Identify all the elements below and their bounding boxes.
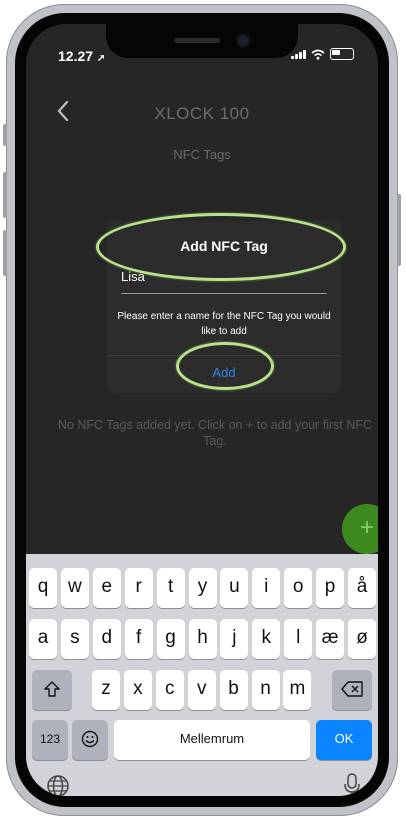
key-ø[interactable]: ø (348, 619, 376, 659)
key-r[interactable]: r (124, 568, 153, 608)
signal-icon (291, 49, 306, 59)
page-title: XLOCK 100 (154, 104, 250, 123)
globe-key[interactable] (46, 774, 70, 796)
status-icons (291, 48, 354, 60)
location-arrow-icon: ➚ (96, 53, 106, 64)
mute-switch (3, 124, 7, 146)
battery-icon (330, 48, 354, 60)
phone-frame: 12.27 ➚ XLOCK 100 NFC Tags Add NFC Tag L… (3, 4, 401, 816)
page-subtitle: NFC Tags (173, 147, 231, 162)
dictation-key[interactable] (342, 772, 362, 796)
key-y[interactable]: y (188, 568, 217, 608)
add-nfc-tag-fab[interactable]: + (342, 504, 378, 554)
key-a[interactable]: a (29, 619, 57, 659)
key-g[interactable]: g (156, 619, 185, 659)
volume-up-button (3, 172, 7, 218)
key-v[interactable]: v (187, 670, 216, 710)
dialog-message: Please enter a name for the NFC Tag you … (117, 311, 331, 337)
key-l[interactable]: l (284, 619, 313, 659)
key-d[interactable]: d (92, 619, 121, 659)
globe-icon (47, 775, 69, 796)
key-x[interactable]: x (123, 670, 152, 710)
emoji-key[interactable] (72, 720, 108, 760)
key-f[interactable]: f (124, 619, 153, 659)
key-m[interactable]: m (283, 670, 312, 710)
backspace-icon (341, 681, 363, 697)
phone-bezel: 12.27 ➚ XLOCK 100 NFC Tags Add NFC Tag L… (15, 13, 389, 807)
delete-key[interactable] (332, 670, 372, 710)
status-time: 12.27 ➚ (58, 48, 105, 64)
numbers-key[interactable]: 123 (32, 720, 68, 760)
key-e[interactable]: e (92, 568, 121, 608)
microphone-icon (344, 773, 360, 796)
key-s[interactable]: s (60, 619, 89, 659)
shift-key[interactable] (32, 670, 72, 710)
screen: 12.27 ➚ XLOCK 100 NFC Tags Add NFC Tag L… (26, 24, 378, 796)
key-h[interactable]: h (188, 619, 217, 659)
power-button (397, 194, 401, 266)
key-p[interactable]: p (316, 568, 345, 608)
key-k[interactable]: k (252, 619, 281, 659)
key-b[interactable]: b (219, 670, 248, 710)
key-u[interactable]: u (220, 568, 249, 608)
status-time-text: 12.27 (58, 48, 94, 64)
key-i[interactable]: i (252, 568, 281, 608)
key-z[interactable]: z (92, 670, 120, 710)
notch (106, 24, 298, 58)
shift-icon (44, 681, 60, 697)
key-å[interactable]: å (348, 568, 376, 608)
key-æ[interactable]: æ (316, 619, 345, 659)
key-c[interactable]: c (155, 670, 184, 710)
annotation-ellipse-input (96, 213, 346, 281)
space-key[interactable]: Mellemrum (114, 720, 310, 760)
speaker (174, 38, 220, 43)
key-w[interactable]: w (60, 568, 89, 608)
empty-state-message: No NFC Tags added yet. Click on + to add… (57, 418, 373, 448)
key-n[interactable]: n (251, 670, 280, 710)
ok-key[interactable]: OK (316, 720, 372, 760)
key-j[interactable]: j (220, 619, 249, 659)
wifi-icon (311, 49, 325, 60)
key-q[interactable]: q (29, 568, 57, 608)
volume-down-button (3, 230, 7, 276)
key-o[interactable]: o (284, 568, 313, 608)
emoji-icon (81, 730, 99, 748)
keyboard: qwertyuiopå asdfghjklæø zxcvbnm 123 Mell… (26, 554, 378, 796)
annotation-ellipse-add (176, 342, 274, 390)
camera (238, 35, 249, 46)
key-t[interactable]: t (156, 568, 185, 608)
